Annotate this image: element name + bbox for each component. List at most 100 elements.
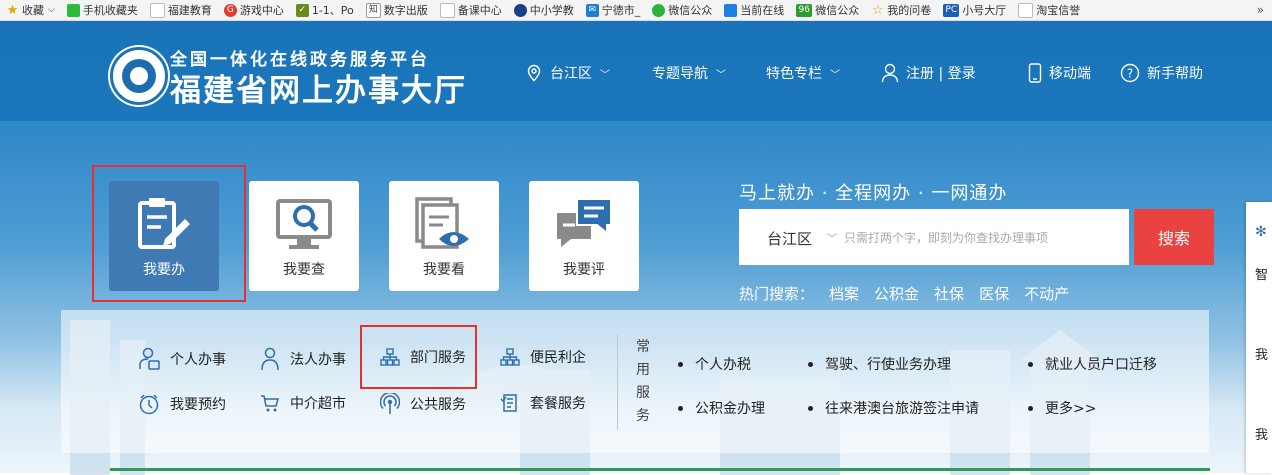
tile-view[interactable]: 我要看 xyxy=(389,181,499,291)
bookmark-item[interactable]: 当前在线 xyxy=(724,0,784,20)
page-icon xyxy=(1018,2,1034,18)
bookmark-item[interactable]: 淘宝信誉 xyxy=(1018,0,1080,20)
chevron-down-icon[interactable]: ﹀ xyxy=(827,230,837,245)
common-service-item[interactable]: 往来港澳台旅游签注申请 xyxy=(808,398,979,418)
bookmark-item[interactable]: 知数字出版 xyxy=(365,0,428,20)
hot-search-item[interactable]: 档案 xyxy=(829,283,859,304)
wechat-icon xyxy=(652,3,666,17)
page-icon xyxy=(439,2,455,18)
login-link[interactable]: 注册 | 登录 xyxy=(881,60,976,86)
mobile-icon xyxy=(1028,63,1042,83)
menu-appointment[interactable]: 我要预约 xyxy=(138,393,226,415)
star-icon: ★ xyxy=(6,2,19,18)
chevron-down-icon: ﹀ xyxy=(830,69,840,81)
96-icon: 96 xyxy=(796,3,813,17)
nav-topics[interactable]: 专题导航 ﹀ xyxy=(652,60,726,86)
document-eye-icon xyxy=(415,197,469,249)
chevron-down-icon: ﹀ xyxy=(600,69,610,81)
menu-public-services[interactable]: 公共服务 xyxy=(380,393,466,415)
tile-query-label: 我要查 xyxy=(283,262,325,278)
search-region-select[interactable]: 台江区 xyxy=(767,228,812,249)
common-services-label: 常用服务 xyxy=(636,339,650,424)
nav-special[interactable]: 特色专栏 ﹀ xyxy=(766,60,840,86)
highlight-box xyxy=(92,165,246,302)
tile-view-label: 我要看 xyxy=(423,262,465,278)
floating-side-panel[interactable]: ✻ 智 我 我 xyxy=(1246,202,1272,473)
hot-search-item[interactable]: 公积金 xyxy=(874,283,919,304)
monitor-search-icon xyxy=(276,199,332,249)
bookmark-item[interactable]: ✉ 宁德市_ xyxy=(585,0,640,20)
search-box: 台江区 ﹀ xyxy=(739,209,1129,265)
check-icon: ✓ xyxy=(295,3,309,17)
tile-query[interactable]: 我要查 xyxy=(249,181,359,291)
site-title[interactable]: 福建省网上办事大厅 xyxy=(170,65,467,110)
tile-comment-label: 我要评 xyxy=(563,262,605,278)
common-service-item[interactable]: 公积金办理 xyxy=(678,398,765,418)
broadcast-icon xyxy=(380,393,400,414)
highlight-box xyxy=(360,325,477,389)
zhi-icon: 知 xyxy=(365,2,381,18)
bookmark-item[interactable]: 备课中心 xyxy=(439,0,502,20)
menu-convenience[interactable]: 便民利企 xyxy=(500,347,586,367)
bookmark-item[interactable]: 中小学教 xyxy=(513,0,574,20)
side-item[interactable]: 智 xyxy=(1255,264,1268,283)
side-item[interactable]: 我 xyxy=(1255,424,1268,443)
hot-search-item[interactable]: 社保 xyxy=(934,283,964,304)
common-service-item[interactable]: 个人办税 xyxy=(678,354,751,374)
bookmark-item[interactable]: PC 小号大厅 xyxy=(943,0,1006,20)
chevron-down-icon: ﹀ xyxy=(716,69,726,81)
divider xyxy=(617,334,618,430)
bookmarks-bar: ★ 收藏 ⌵ 手机收藏夹 福建教育 G 游戏中心 ✓ 1-1、Po 知数字出版 备课中心… xyxy=(0,0,1272,21)
robot-icon xyxy=(724,3,738,17)
search-input[interactable] xyxy=(842,226,1126,250)
location-selector[interactable]: 台江区 ﹀ xyxy=(525,60,610,86)
org-chart-icon xyxy=(500,348,520,366)
menu-personal-affairs[interactable]: 个人办事 xyxy=(138,347,226,371)
person-card-icon xyxy=(139,347,160,370)
bookmark-item[interactable]: 手机收藏夹 xyxy=(66,0,138,20)
more-link[interactable]: 更多>> xyxy=(1028,398,1096,418)
more-bookmarks-icon[interactable]: » xyxy=(1257,3,1264,17)
clock-icon xyxy=(139,394,159,415)
bookmark-item[interactable]: 96 微信公众 xyxy=(796,0,859,20)
common-service-item[interactable]: 驾驶、行使业务办理 xyxy=(808,354,951,374)
menu-package-services[interactable]: 套餐服务 xyxy=(500,393,586,413)
bookmark-item[interactable]: 福建教育 xyxy=(149,0,212,20)
phone-icon xyxy=(66,3,80,17)
menu-legal-person-affairs[interactable]: 法人办事 xyxy=(260,347,346,371)
service-menu-panel xyxy=(61,310,1209,453)
page-icon xyxy=(149,2,165,18)
pc-icon: PC xyxy=(943,3,960,17)
section-divider xyxy=(110,468,1210,471)
help-link[interactable]: ? 新手帮助 xyxy=(1120,60,1203,86)
help-icon: ? xyxy=(1120,63,1140,83)
hot-search-item[interactable]: 医保 xyxy=(979,283,1009,304)
hot-searches: 热门搜索： 档案 公积金 社保 医保 不动产 xyxy=(739,283,1084,304)
user-icon xyxy=(881,63,899,83)
gear-icon: ✻ xyxy=(1255,224,1267,240)
hot-search-item[interactable]: 不动产 xyxy=(1024,283,1069,304)
site-header: 全国一体化在线政务服务平台 福建省网上办事大厅 台江区 ﹀ 专题导航 ﹀ 特色专栏 ﹀… xyxy=(0,21,1272,121)
star-icon: ☆ xyxy=(871,2,884,18)
checklist-icon xyxy=(500,394,517,412)
site-logo-icon[interactable] xyxy=(110,47,168,105)
chat-bubbles-icon xyxy=(557,198,612,247)
slogan: 马上就办 · 全程网办 · 一网通办 xyxy=(739,183,1008,204)
bookmark-item[interactable]: ☆ 我的问卷 xyxy=(871,0,931,20)
search-button[interactable]: 搜索 xyxy=(1134,209,1214,265)
bookmark-item[interactable]: 微信公众 xyxy=(652,0,712,20)
chevron-down-icon[interactable]: ⌵ xyxy=(48,5,55,15)
person-icon xyxy=(261,347,279,371)
mobile-link[interactable]: 移动端 xyxy=(1028,60,1091,86)
bookmark-item[interactable]: G 游戏中心 xyxy=(223,0,284,20)
bookmark-item[interactable]: ★ 收藏 ⌵ xyxy=(6,0,55,20)
menu-agency-market[interactable]: 中介超市 xyxy=(260,393,346,413)
bookmark-item[interactable]: ✓ 1-1、Po xyxy=(295,0,354,20)
side-item[interactable]: 我 xyxy=(1255,344,1268,363)
common-service-item[interactable]: 就业人员户口迁移 xyxy=(1028,354,1157,374)
cart-icon xyxy=(261,395,279,412)
hot-search-label: 热门搜索： xyxy=(739,285,815,303)
svg-text:?: ? xyxy=(1127,67,1133,81)
game-icon: G xyxy=(223,3,237,17)
tile-comment[interactable]: 我要评 xyxy=(529,181,639,291)
